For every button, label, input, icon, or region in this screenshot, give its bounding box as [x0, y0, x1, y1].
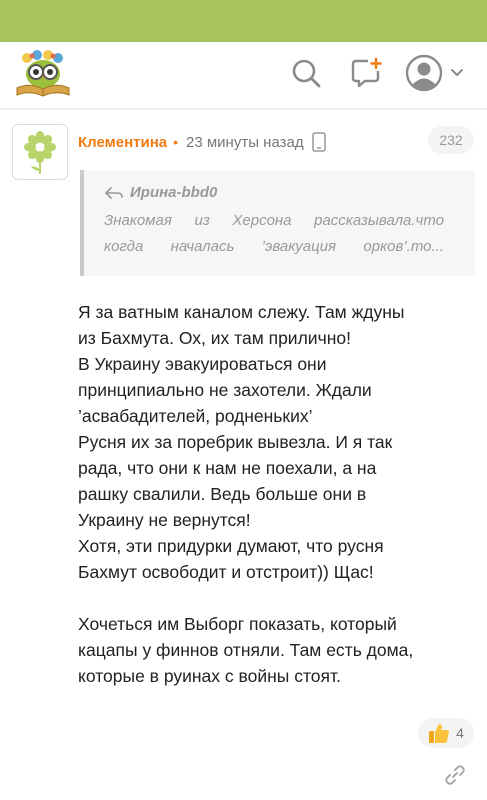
chat-plus-icon — [351, 57, 382, 88]
like-count: 4 — [456, 725, 464, 741]
flower-icon — [24, 131, 56, 174]
like-button[interactable]: 4 — [418, 718, 474, 748]
copy-link-button[interactable] — [440, 760, 470, 790]
comment-body: Я за ватным каналом слежу. Там ждуны из … — [78, 299, 478, 689]
comment-time: 23 минуты назад — [186, 133, 304, 151]
comment-line: из Бахмута. Ох, их там прилично! — [78, 328, 351, 348]
quote-author-name: Ирина-bbd0 — [130, 184, 218, 201]
comment-line: Русня их за поребрик вывезла. И я так — [78, 432, 393, 452]
comment-meta: Клементина • 23 минуты назад — [78, 131, 326, 153]
comment-line: Хотя, эти придурки думают, что русня — [78, 536, 384, 556]
comment-number-badge: 232 — [428, 126, 474, 154]
search-button[interactable] — [284, 53, 328, 93]
comment-line: Бахмут освободит и отстроит)) Щас! — [78, 562, 374, 582]
quote-line: Знакомая из Херсона рассказывала.что — [104, 212, 444, 229]
reply-arrow-icon — [105, 186, 123, 199]
quote-line: когда началась ’эвакуация орков’.то... — [104, 238, 444, 255]
comment-line: В Украину эвакуироваться они — [78, 354, 327, 374]
mobile-phone-icon — [311, 132, 326, 152]
meta-separator: • — [173, 134, 179, 150]
new-message-button[interactable] — [344, 53, 388, 93]
quote-text: Знакомая из Херсона рассказывала.что ког… — [104, 208, 444, 260]
comment-line: кацапы у финнов отняли. Там есть дома, — [78, 640, 414, 660]
site-header — [0, 42, 487, 108]
comment-line: ’асвабадителей, родненьких’ — [78, 406, 313, 426]
chevron-down-icon — [451, 69, 463, 76]
author-avatar[interactable] — [12, 124, 68, 180]
header-divider — [0, 108, 487, 110]
search-icon — [292, 59, 321, 88]
owl-with-book-logo[interactable] — [12, 48, 74, 100]
thumbs-up-icon — [429, 724, 450, 743]
comment-line: Я за ватным каналом слежу. Там ждуны — [78, 302, 405, 322]
quoted-comment[interactable]: Ирина-bbd0 Знакомая из Херсона рассказыв… — [80, 170, 475, 276]
comment-line: рада, что они к нам не поехали, а на — [78, 458, 377, 478]
author-name[interactable]: Клементина — [78, 134, 167, 151]
comment-line: принципиально не захотели. Ждали — [78, 380, 372, 400]
quote-author: Ирина-bbd0 — [104, 184, 463, 201]
comment-line: Украину не вернутся! — [78, 510, 251, 530]
user-avatar-icon — [405, 54, 443, 92]
comment-line: Хочеться им Выборг показать, который — [78, 614, 397, 634]
top-status-bar — [0, 0, 487, 42]
profile-menu-button[interactable] — [402, 53, 468, 93]
comment-line: рашку свалили. Ведь больше они в — [78, 484, 367, 504]
link-icon — [445, 765, 465, 785]
comment-line: которые в руинах с войны стоят. — [78, 666, 341, 686]
